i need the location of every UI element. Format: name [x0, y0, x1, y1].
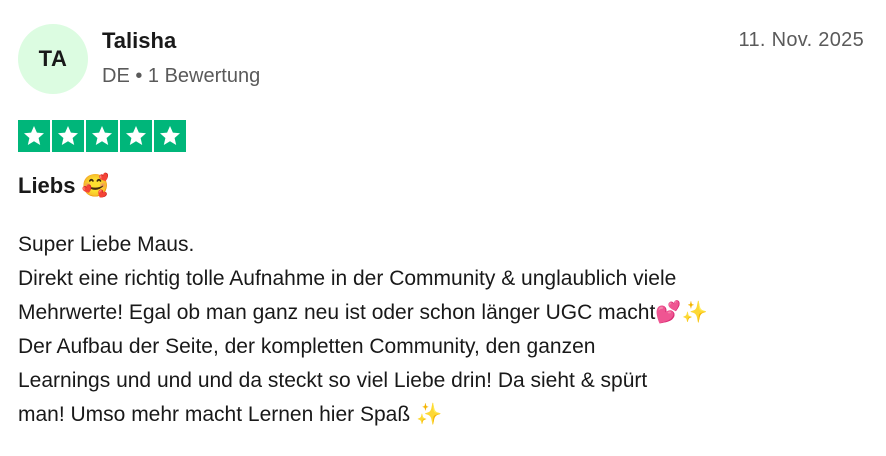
star-icon [18, 120, 50, 152]
star-icon [154, 120, 186, 152]
star-icon [86, 120, 118, 152]
review-date: 11. Nov. 2025 [738, 29, 864, 51]
review-text-line: Learnings und und und da steckt so viel … [18, 369, 648, 392]
review-title: Liebs 🥰 [18, 173, 109, 198]
review-text-line: Super Liebe Maus. [18, 233, 195, 256]
reviewer-meta: DE • 1 Bewertung [102, 65, 261, 87]
star-rating [18, 120, 186, 152]
reviewer-name[interactable]: Talisha [102, 28, 176, 54]
review-text-line: Mehrwerte! Egal ob man ganz neu ist oder… [18, 301, 708, 324]
review-text-line: man! Umso mehr macht Lernen hier Spaß ✨ [18, 403, 443, 426]
avatar[interactable]: TA [18, 24, 88, 94]
review-card: TA Talisha DE • 1 Bewertung 11. Nov. 202… [0, 0, 886, 456]
review-text-line: Der Aufbau der Seite, der kompletten Com… [18, 335, 596, 358]
star-icon [52, 120, 84, 152]
star-icon [120, 120, 152, 152]
review-text-line: Direkt eine richtig tolle Aufnahme in de… [18, 267, 677, 290]
review-text: Super Liebe Maus. Direkt eine richtig to… [18, 228, 878, 432]
